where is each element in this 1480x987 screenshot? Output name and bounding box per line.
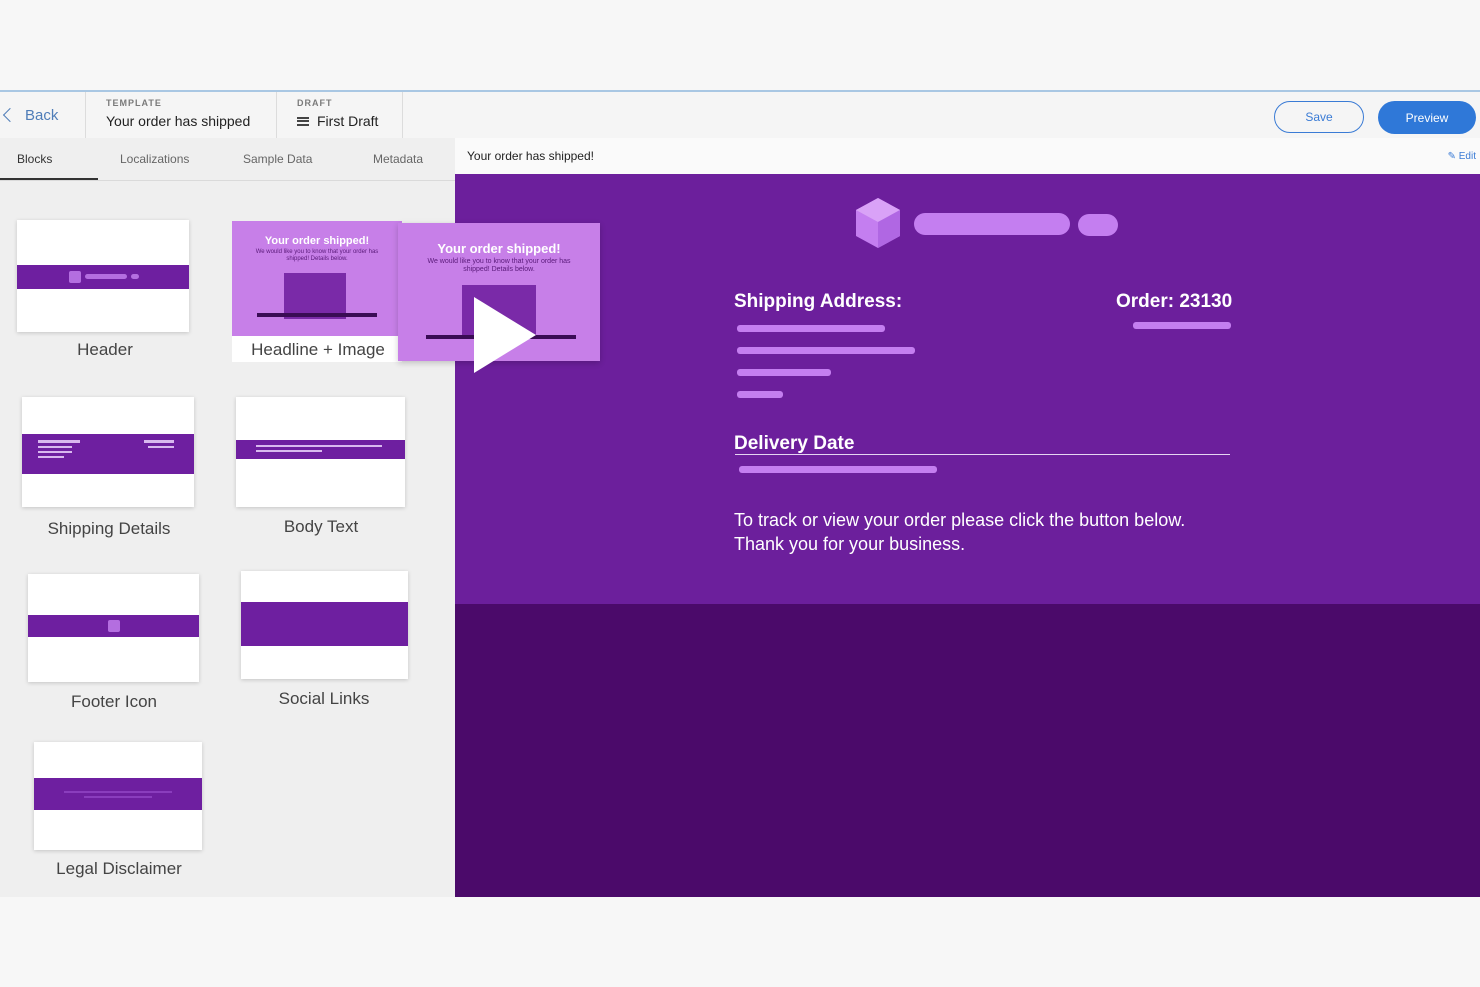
body-thumb-band — [236, 440, 405, 459]
shipping-details-block-label: Shipping Details — [47, 519, 171, 538]
header-thumb-band — [17, 265, 189, 289]
body-text-block-label: Body Text — [283, 517, 359, 536]
chevron-left-icon — [2, 107, 18, 123]
dragged-block-subtitle: We would like you to know that your orde… — [427, 258, 571, 273]
thumb-line — [256, 445, 382, 447]
draft-selector[interactable]: DRAFT First Draft — [276, 92, 403, 138]
cube-logo-icon — [856, 198, 900, 248]
back-label: Back — [25, 106, 59, 124]
preview-button[interactable]: Preview — [1378, 101, 1476, 134]
legal-thumb-band — [34, 778, 202, 810]
draft-caption: DRAFT — [297, 98, 333, 108]
social-links-block-label: Social Links — [278, 689, 370, 708]
address-line-placeholder — [737, 369, 831, 376]
shipping-thumb-band — [22, 434, 194, 474]
thumb-line — [84, 796, 152, 798]
address-line-placeholder — [737, 325, 885, 332]
legal-disclaimer-block-label: Legal Disclaimer — [56, 859, 182, 878]
headline-image-block-label: Headline + Image — [251, 340, 385, 359]
order-number-label: Order: 23130 — [1116, 291, 1233, 312]
menu-icon — [297, 116, 309, 126]
cube-logo-icon — [69, 271, 81, 283]
footer-icon-block-label: Footer Icon — [71, 692, 157, 711]
body-text-line-2: Thank you for your business. — [734, 534, 966, 554]
draft-value: First Draft — [317, 113, 379, 129]
dragged-block-title: Your order shipped! — [437, 241, 561, 256]
thumb-line — [38, 440, 80, 443]
headline-thumb-subtitle: We would like you to know that your orde… — [255, 249, 379, 262]
shipping-details-block-thumbnail[interactable] — [22, 397, 194, 507]
delivery-date-placeholder — [739, 466, 937, 473]
email-preview: Shipping Address: Order: 23130 Delivery … — [455, 174, 1480, 897]
header-block-label: Header — [77, 340, 133, 359]
app: Back TEMPLATE Your order has shipped DRA… — [0, 90, 1480, 897]
conveyor-illustration — [257, 313, 377, 317]
save-button[interactable]: Save — [1274, 101, 1364, 133]
back-button[interactable]: Back — [0, 92, 78, 138]
active-tab-indicator — [0, 178, 98, 180]
delivery-date-label: Delivery Date — [734, 433, 855, 454]
template-name: Your order has shipped — [106, 113, 251, 129]
headline-image-block-thumbnail[interactable]: Your order shipped! We would like you to… — [232, 221, 402, 336]
tab-sample-data[interactable]: Sample Data — [243, 152, 312, 166]
delivery-date-divider — [735, 454, 1230, 455]
tab-blocks[interactable]: Blocks — [17, 152, 52, 166]
address-line-placeholder — [737, 391, 783, 398]
panel-tabs: Blocks Localizations Sample Data Metadat… — [0, 138, 455, 181]
header-block-thumbnail[interactable] — [17, 220, 189, 332]
thumb-line — [256, 450, 322, 452]
email-content-section: Shipping Address: Order: 23130 Delivery … — [455, 174, 1480, 604]
shipping-address-label: Shipping Address: — [734, 291, 903, 312]
thumb-line — [64, 791, 172, 793]
tab-localizations[interactable]: Localizations — [120, 152, 189, 166]
thumb-line — [144, 440, 174, 443]
social-links-block-thumbnail[interactable] — [241, 571, 408, 679]
preview-title: Your order has shipped! — [467, 149, 594, 163]
template-selector[interactable]: TEMPLATE Your order has shipped — [85, 92, 276, 138]
draft-name: First Draft — [297, 113, 378, 129]
logo-dot-placeholder — [1078, 214, 1118, 236]
legal-disclaimer-block-thumbnail[interactable] — [34, 742, 202, 850]
edit-link[interactable]: ✎ Edit — [1448, 151, 1476, 162]
footer-thumb-band — [28, 615, 199, 637]
thumb-line — [38, 446, 72, 448]
cube-logo-icon — [108, 620, 120, 632]
play-icon[interactable] — [474, 297, 536, 373]
thumb-line — [38, 456, 64, 458]
template-caption: TEMPLATE — [106, 98, 162, 108]
blocks-panel: Blocks Localizations Sample Data Metadat… — [0, 138, 462, 897]
tab-metadata[interactable]: Metadata — [373, 152, 423, 166]
thumb-line — [38, 451, 72, 453]
preview-header: Your order has shipped! ✎ Edit — [455, 138, 1480, 175]
headline-thumb-title: Your order shipped! — [264, 235, 370, 247]
top-bar: Back TEMPLATE Your order has shipped DRA… — [0, 90, 1480, 141]
body-text-line-1: To track or view your order please click… — [734, 510, 1186, 530]
address-line-placeholder — [737, 347, 915, 354]
logo-text-placeholder — [914, 213, 1070, 235]
logo-dot — [131, 274, 139, 279]
logo-bar — [85, 274, 127, 279]
footer-icon-block-thumbnail[interactable] — [28, 574, 199, 682]
social-thumb-band — [241, 602, 408, 646]
order-date-placeholder — [1133, 322, 1231, 329]
body-text-block-thumbnail[interactable] — [236, 397, 405, 507]
edit-label: Edit — [1458, 151, 1476, 162]
thumb-line — [148, 446, 174, 448]
